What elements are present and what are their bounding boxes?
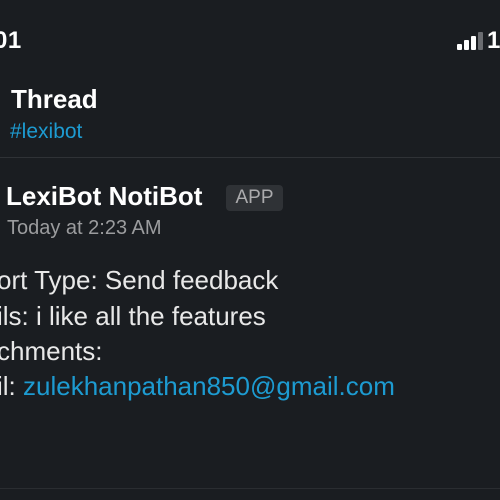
message-line-report-type: ort Type: Send feedback [0, 265, 279, 295]
bottom-divider [0, 488, 500, 489]
signal-bars-icon [457, 32, 483, 50]
message-line-details: ils: i like all the features [0, 301, 266, 331]
header-divider [0, 157, 500, 158]
channel-link[interactable]: #lexibot [10, 120, 82, 144]
page-title: Thread [11, 84, 98, 114]
status-bar-time: 01 [0, 27, 22, 54]
app-badge: APP [226, 185, 283, 211]
email-link[interactable]: zulekhanpathan850@gmail.com [23, 371, 395, 401]
message-timestamp: Today at 2:23 AM [7, 217, 162, 239]
thread-screen: 01 1 Thread #lexibot LexiBot NotiBot APP… [0, 0, 500, 500]
sender-name[interactable]: LexiBot NotiBot [6, 181, 202, 212]
email-label: il: [0, 371, 16, 401]
message-line-attachments: chments: [0, 336, 103, 366]
status-bar-extra: 1 [487, 27, 500, 54]
message-line-email: il: zulekhanpathan850@gmail.com [0, 371, 395, 402]
